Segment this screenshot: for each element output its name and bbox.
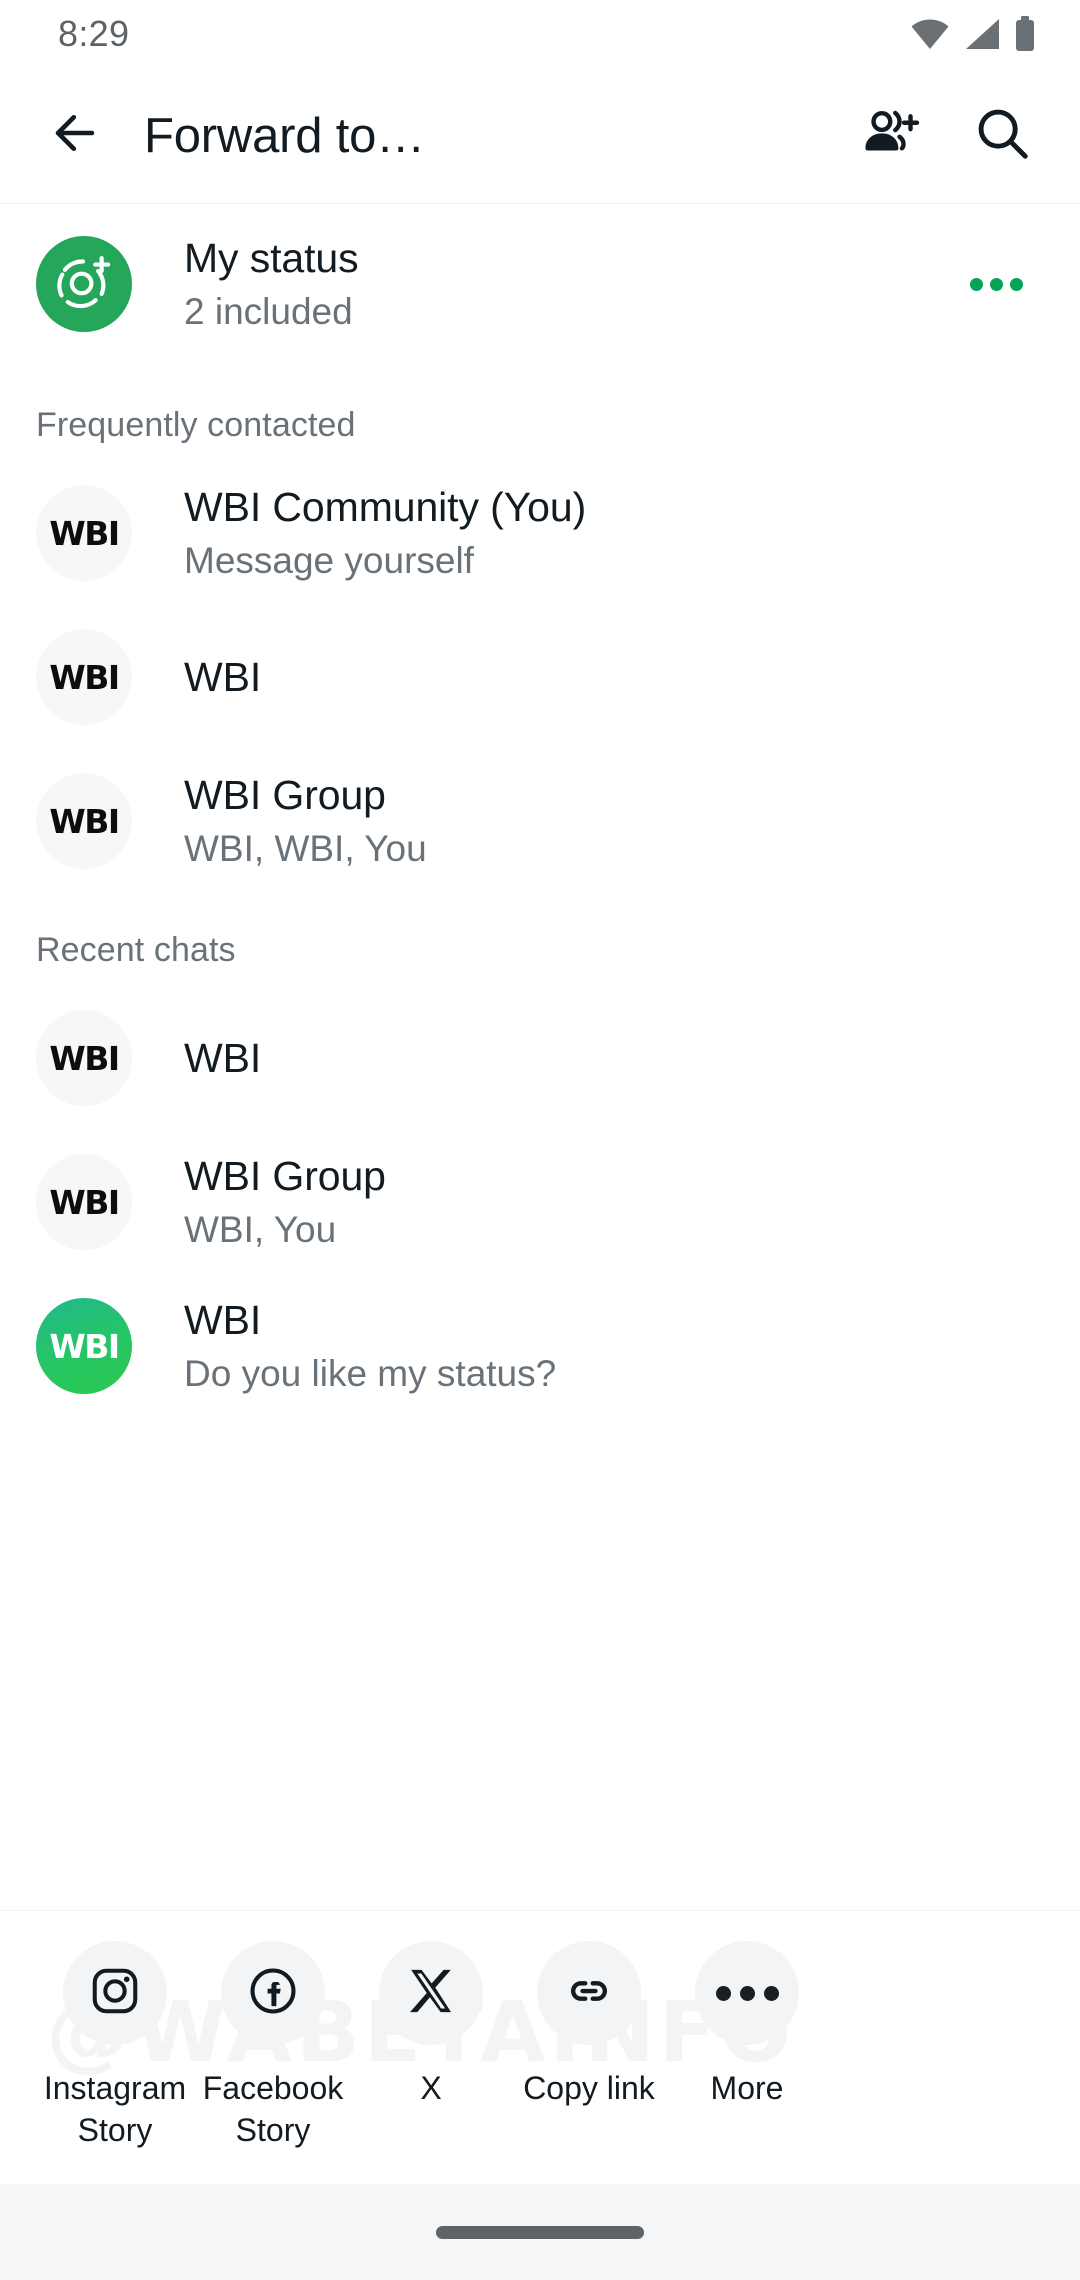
avatar: WBI [36,1154,132,1250]
avatar: WBI [36,1298,132,1394]
list-item-my-status[interactable]: My status 2 included [0,204,1080,364]
share-target-copy-link[interactable]: Copy link [510,1941,668,2109]
share-sheet: @WABETAINFO Instagram Story Facebook Sto… [0,1910,1080,2184]
section-header-recent-chats: Recent chats [36,931,236,969]
gesture-nav-handle[interactable] [436,2225,644,2239]
facebook-icon [246,1964,300,2023]
add-person-icon [859,102,921,169]
share-target-label: Copy link [523,2070,655,2106]
list-item[interactable]: WBI WBI Group WBI, You [0,1130,1080,1274]
list-item-text: WBI Group WBI, You [184,1151,1040,1253]
system-nav-bar [0,2184,1080,2280]
share-target-instagram-story[interactable]: Instagram Story [36,1941,194,2151]
share-icon-wrap [63,1941,167,2045]
status-bar-clock: 8:29 [58,13,130,54]
share-icon-wrap [695,1941,799,2045]
my-status-overflow-button[interactable] [952,277,1040,291]
list-item-title: WBI [184,653,262,700]
more-horizontal-icon [715,1985,779,2001]
list-item[interactable]: WBI WBI Community (You) Message yourself [0,461,1080,605]
avatar-initials: WBI [49,1326,120,1366]
list-item[interactable]: WBI WBI Group WBI, WBI, You [0,749,1080,893]
share-target-facebook-story[interactable]: Facebook Story [194,1941,352,2151]
list-item-title: WBI Group [184,1152,386,1199]
forward-target-list[interactable]: My status 2 included Frequently contacte… [0,204,1080,1910]
avatar: WBI [36,485,132,581]
avatar-initials: WBI [49,801,120,841]
list-item-subtitle: 2 included [184,290,353,332]
avatar [36,236,132,332]
list-item-text: WBI Community (You) Message yourself [184,482,1040,584]
page-title: Forward to… [144,108,425,163]
search-button[interactable] [962,96,1042,176]
more-horizontal-icon [969,277,1023,291]
share-icon-wrap [221,1941,325,2045]
list-item-title: WBI Community (You) [184,483,587,530]
share-icon-wrap [379,1941,483,2045]
avatar-initials: WBI [49,513,120,553]
cellular-signal-icon [963,17,1001,51]
list-item-text: WBI [184,652,1040,703]
search-icon [971,102,1033,169]
status-bar: 8:29 [0,0,1080,68]
share-target-more[interactable]: More [668,1941,826,2109]
share-target-label: Facebook Story [202,2070,344,2149]
share-target-label: More [710,2070,784,2106]
list-item-subtitle: WBI, WBI, You [184,827,427,869]
instagram-icon [88,1964,142,2023]
x-twitter-icon [404,1964,458,2023]
arrow-left-icon [46,104,104,167]
new-group-button[interactable] [850,96,930,176]
list-item-title: My status [184,234,359,281]
share-target-label: Instagram Story [43,2070,187,2149]
link-icon [564,1966,614,2021]
battery-icon [1014,16,1036,52]
share-target-label: X [420,2070,442,2106]
avatar: WBI [36,1010,132,1106]
back-button[interactable] [36,97,114,175]
avatar: WBI [36,629,132,725]
list-item-subtitle: Do you like my status? [184,1352,557,1394]
list-item-subtitle: Message yourself [184,539,474,581]
whatsapp-forward-screen: 8:29 Forward to… My status 2 included Fr… [0,0,1080,2280]
list-item-subtitle: WBI, You [184,1208,337,1250]
list-item-title: WBI Group [184,771,386,818]
avatar-initials: WBI [49,657,120,697]
list-item-text: WBI Do you like my status? [184,1295,1040,1397]
avatar-initials: WBI [49,1038,120,1078]
list-item-title: WBI [184,1034,262,1081]
list-item[interactable]: WBI WBI [0,986,1080,1130]
status-add-icon [53,251,115,318]
status-bar-icons [910,16,1036,52]
list-item-title: WBI [184,1296,262,1343]
list-item-text: WBI [184,1033,1040,1084]
list-item[interactable]: WBI WBI Do you like my status? [0,1274,1080,1418]
avatar-initials: WBI [49,1182,120,1222]
share-target-x[interactable]: X [352,1941,510,2109]
share-icon-wrap [537,1941,641,2045]
avatar: WBI [36,773,132,869]
wifi-icon [910,17,950,51]
section-header-frequently-contacted: Frequently contacted [36,406,356,444]
list-item-text: My status 2 included [184,233,952,335]
app-bar-actions [850,96,1042,176]
app-bar: Forward to… [0,68,1080,204]
share-sheet-scroller[interactable]: Instagram Story Facebook Story X Copy li… [0,1941,1080,2151]
list-item[interactable]: WBI WBI [0,605,1080,749]
list-item-text: WBI Group WBI, WBI, You [184,770,1040,872]
